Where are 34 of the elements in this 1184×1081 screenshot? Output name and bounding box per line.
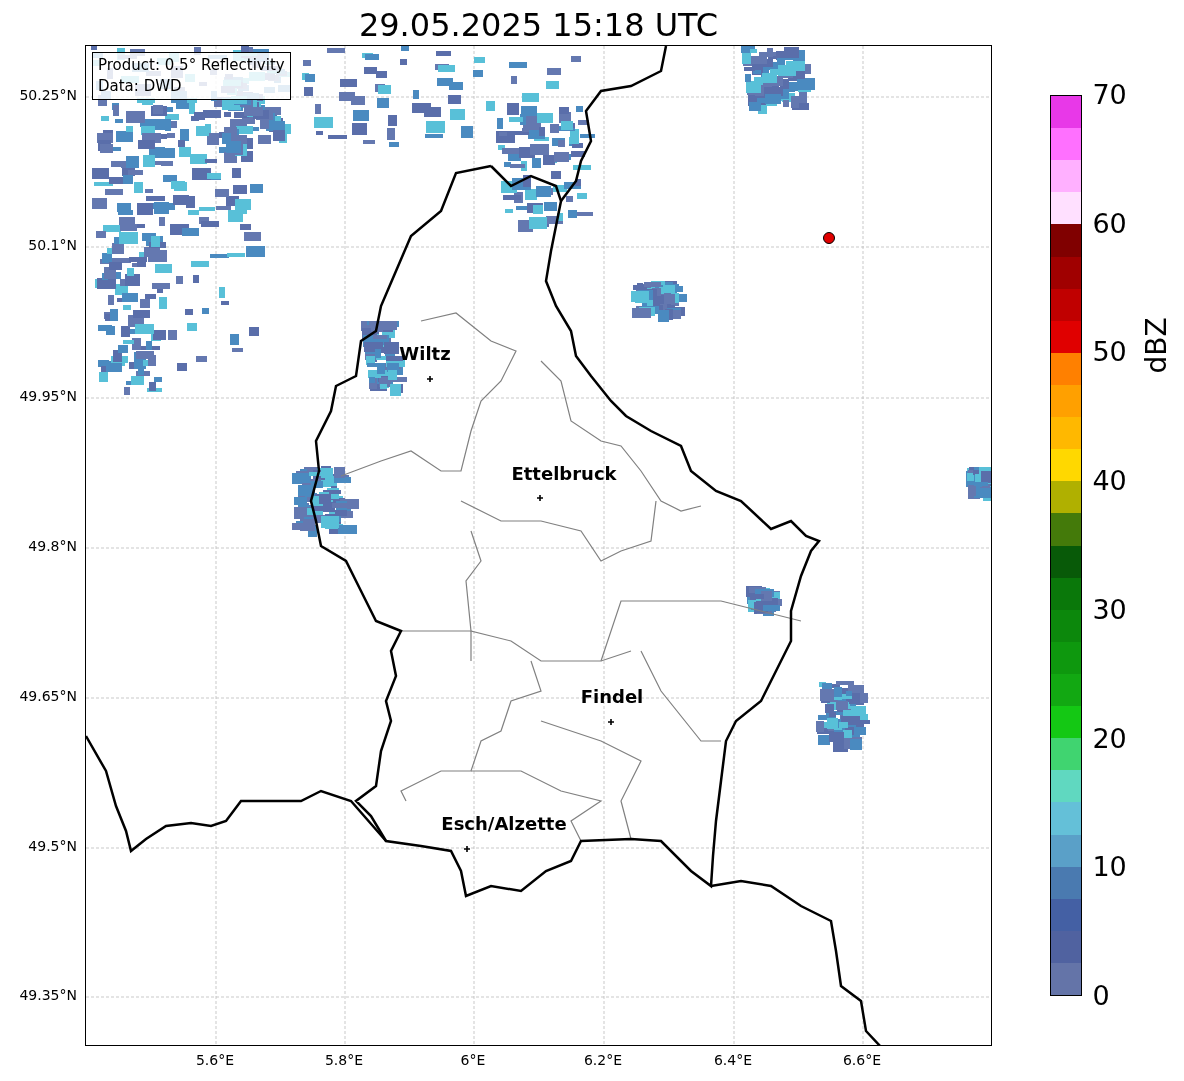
- longitude-label: 6.2°E: [583, 1052, 623, 1068]
- longitude-label: 5.6°E: [195, 1052, 235, 1068]
- chart-title: 29.05.2025 15:18 UTC: [358, 5, 719, 45]
- colorbar-tick-label: 30: [1092, 594, 1127, 625]
- latitude-label: 49.95°N: [19, 388, 77, 404]
- latitude-label: 49.5°N: [28, 838, 77, 854]
- city-marker-icon: [463, 845, 471, 853]
- longitude-label: 6.6°E: [842, 1052, 882, 1068]
- city-label: Findel: [580, 686, 644, 707]
- colorbar-tick-label: 40: [1092, 466, 1127, 497]
- city-marker-icon: [426, 375, 434, 383]
- info-text: Product: 0.5° Reflectivity: [98, 55, 285, 76]
- info-text: Data: DWD: [98, 76, 183, 97]
- latitude-label: 49.65°N: [19, 688, 77, 704]
- colorbar-tick-label: 10: [1092, 852, 1127, 883]
- city-marker-icon: [607, 718, 615, 726]
- latitude-label: 49.35°N: [19, 987, 77, 1003]
- longitude-label: 5.8°E: [324, 1052, 364, 1068]
- city-label: Wiltz: [399, 343, 451, 364]
- colorbar-tick-label: 0: [1092, 981, 1110, 1011]
- colorbar-tick-label: 50: [1092, 337, 1127, 368]
- longitude-label: 6.4°E: [713, 1052, 753, 1068]
- latitude-label: 50.1°N: [28, 237, 77, 253]
- city-marker-icon: [536, 494, 544, 502]
- colorbar-tick-label: 60: [1092, 208, 1127, 239]
- latitude-label: 49.8°N: [28, 538, 77, 554]
- latitude-label: 50.25°N: [19, 87, 77, 103]
- colorbar-label: dBZ: [1139, 317, 1173, 374]
- city-label: Esch/Alzette: [441, 813, 567, 834]
- colorbar-tick-label: 70: [1092, 80, 1127, 110]
- colorbar-tick-label: 20: [1092, 723, 1127, 754]
- city-label: Ettelbruck: [511, 463, 617, 484]
- longitude-label: 6°E: [460, 1052, 486, 1068]
- location-marker: [823, 232, 835, 244]
